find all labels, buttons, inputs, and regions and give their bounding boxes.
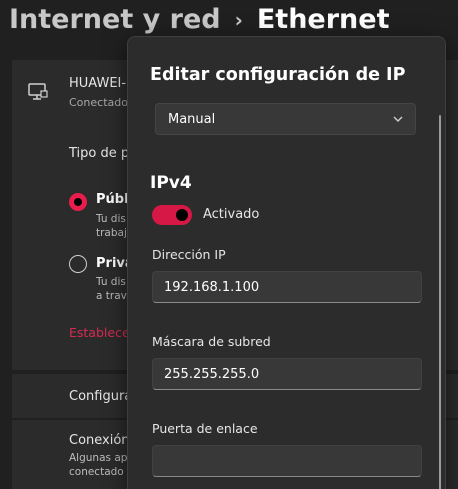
ipv4-toggle-label: Activado xyxy=(203,207,260,222)
subnet-mask-field[interactable]: 255.255.255.0 xyxy=(152,358,422,390)
ethernet-monitor-icon xyxy=(28,83,48,100)
page-title: Ethernet xyxy=(256,4,390,35)
public-network-radio[interactable] xyxy=(69,193,87,211)
subnet-mask-value: 255.255.255.0 xyxy=(164,366,260,382)
chevron-right-icon: › xyxy=(234,7,243,32)
public-network-desc-2: trabaj xyxy=(96,227,127,239)
subnet-mask-label: Máscara de subred xyxy=(152,334,271,349)
connection-status: Conectado xyxy=(69,96,128,109)
metered-connection-title: Conexión xyxy=(69,433,130,448)
private-network-desc-2: a trav xyxy=(96,290,127,302)
ip-address-label: Dirección IP xyxy=(152,247,226,262)
metered-connection-desc-2: conectado xyxy=(69,466,124,478)
ipv4-heading: IPv4 xyxy=(150,173,192,193)
gateway-label: Puerta de enlace xyxy=(152,421,258,436)
edit-ip-dialog: Editar configuración de IP Manual IPv4 A… xyxy=(127,36,446,489)
public-network-desc-1: Tu dis xyxy=(96,213,126,225)
ip-address-field[interactable]: 192.168.1.100 xyxy=(152,271,422,303)
connection-name: HUAWEI- xyxy=(69,76,127,91)
dialog-scrollbar[interactable] xyxy=(439,115,441,489)
private-network-radio[interactable] xyxy=(69,255,87,273)
ip-config-row-label[interactable]: Configura xyxy=(69,389,132,404)
breadcrumb-parent[interactable]: Internet y red xyxy=(9,4,221,35)
ip-mode-select[interactable]: Manual xyxy=(155,103,416,135)
metered-connection-desc-1: Algunas ap xyxy=(69,452,128,464)
breadcrumb: Internet y red › Ethernet xyxy=(9,4,390,35)
firewall-settings-link[interactable]: Establece xyxy=(69,325,130,340)
dialog-title: Editar configuración de IP xyxy=(150,65,406,85)
chevron-down-icon xyxy=(393,116,403,122)
network-profile-label: Tipo de p xyxy=(69,146,130,161)
ip-mode-value: Manual xyxy=(168,111,216,127)
gateway-field[interactable] xyxy=(152,445,422,477)
private-network-desc-1: Tu dis xyxy=(96,276,126,288)
ip-address-value: 192.168.1.100 xyxy=(164,279,260,295)
ipv4-toggle[interactable] xyxy=(152,205,192,225)
